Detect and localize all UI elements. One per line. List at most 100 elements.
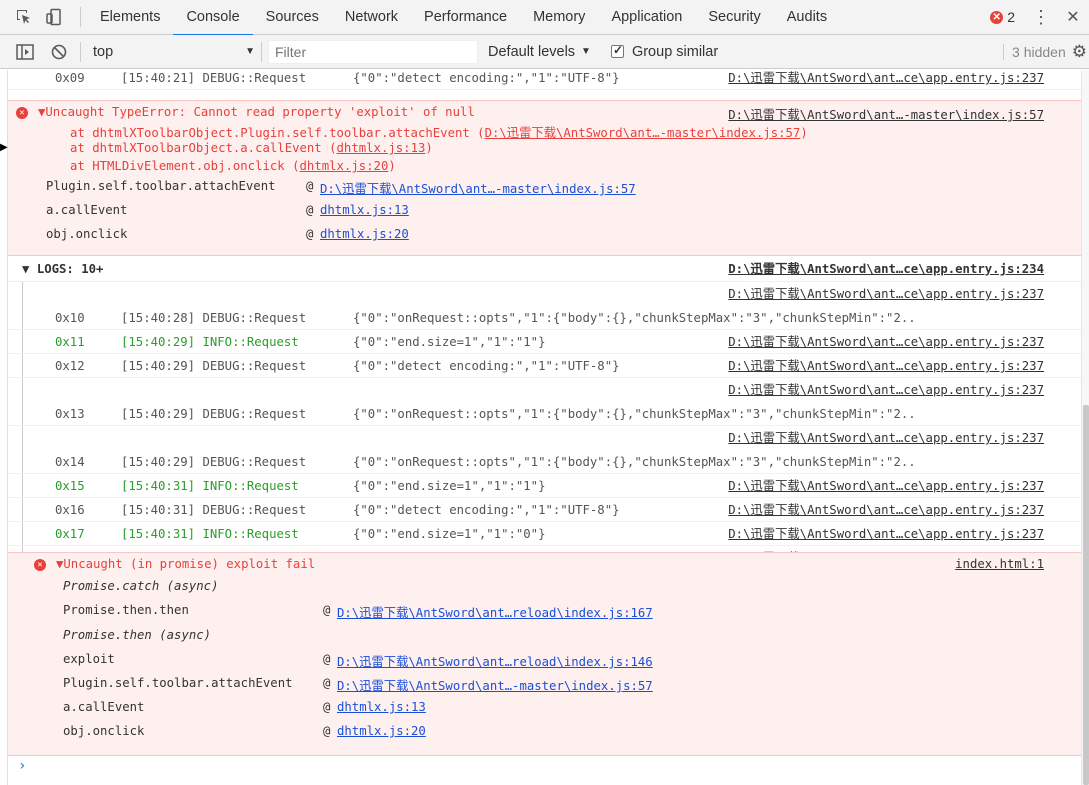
stack-function: Promise.catch (async) — [63, 579, 219, 593]
log-row: 0x15 [15:40:31] INFO::Request {"0":"end.si… — [8, 474, 1081, 498]
error-expand-toggle[interactable]: ▼Uncaught TypeError: Cannot read propert… — [38, 105, 475, 119]
at-suffix: ) — [388, 159, 396, 173]
clear-console-icon[interactable] — [46, 39, 72, 65]
log-group-label: ▼ LOGS: 10+ — [22, 262, 104, 276]
log-time: [15:40:31] — [121, 503, 196, 517]
at-source-link[interactable]: dhtmlx.js:20 — [300, 159, 389, 173]
at-source-link[interactable]: dhtmlx.js:13 — [337, 141, 426, 155]
stack-source-link[interactable]: D:\迅雷下载\AntSword\ant…reload\index.js:167 — [337, 603, 653, 621]
log-time: [15:40:29] — [121, 359, 196, 373]
log-index: 0x14 — [55, 455, 85, 469]
log-timestamp: [15:40:29] DEBUG::Request — [121, 402, 306, 426]
stack-source-link[interactable]: dhtmlx.js:13 — [320, 203, 409, 217]
log-source-link[interactable]: D:\迅雷下载\AntSword\ant…ce\app.entry.js:237 — [728, 378, 1044, 402]
log-group-header[interactable]: ▼ LOGS: 10+ D:\迅雷下载\AntSword\ant…ce\app.… — [8, 256, 1081, 282]
log-time: [15:40:29] — [121, 407, 196, 421]
log-source-link[interactable]: D:\迅雷下载\AntSword\ant…ce\app.entry.js:237 — [728, 522, 1044, 546]
stack-source-link[interactable]: dhtmlx.js:20 — [337, 724, 426, 738]
log-source-link[interactable]: D:\迅雷下载\AntSword\ant…ce\app.entry.js:237 — [728, 70, 1044, 90]
error-source-link[interactable]: index.html:1 — [955, 557, 1044, 571]
log-row: D:\迅雷下载\AntSword\ant…ce\app.entry.js:237… — [8, 426, 1081, 474]
log-row: 0x09 [15:40:21] DEBUG::Request {"0":"det… — [8, 70, 1081, 90]
stack-function: a.callEvent — [63, 700, 145, 714]
tab-memory[interactable]: Memory — [520, 0, 598, 35]
log-type: INFO::Request — [202, 527, 299, 541]
log-source-link[interactable]: D:\迅雷下载\AntSword\ant…ce\app.entry.js:237 — [728, 426, 1044, 450]
at-suffix: ) — [425, 141, 433, 155]
sidebar-toggle-icon[interactable] — [12, 39, 38, 65]
log-source-link[interactable]: D:\迅雷下载\AntSword\ant…ce\app.entry.js:237 — [728, 474, 1044, 498]
gutter-arrow-icon: ▶ — [0, 142, 8, 153]
stack-source-link[interactable]: dhtmlx.js:13 — [337, 700, 426, 714]
log-message: {"0":"onRequest::opts","1":{"body":{},"c… — [353, 455, 916, 469]
levels-dropdown[interactable]: Default levels ▼ — [488, 44, 591, 60]
error-message-block: ✕ ▼Uncaught TypeError: Cannot read prope… — [8, 100, 1081, 256]
group-similar-checkbox[interactable]: Group similar — [610, 43, 718, 60]
stack-function: a.callEvent — [46, 203, 128, 217]
scrollbar[interactable] — [1081, 70, 1089, 785]
filter-input[interactable] — [268, 39, 478, 64]
tab-security[interactable]: Security — [695, 0, 773, 35]
stack-source-link[interactable]: dhtmlx.js:20 — [320, 227, 409, 241]
at-suffix: ) — [800, 126, 808, 140]
error-icon: ✕ — [34, 559, 46, 571]
log-timestamp: [15:40:31] INFO::Request — [121, 474, 299, 498]
log-index: 0x16 — [55, 503, 85, 517]
device-toolbar-icon[interactable] — [42, 5, 66, 29]
at-sign: @ — [306, 203, 314, 217]
log-row: 0x12 [15:40:29] DEBUG::Request {"0":"detec… — [8, 354, 1081, 378]
stack-source-link[interactable]: D:\迅雷下载\AntSword\ant…-master\index.js:57 — [320, 179, 636, 197]
tab-network[interactable]: Network — [332, 0, 411, 35]
log-source-link[interactable]: D:\迅雷下载\AntSword\ant…ce\app.entry.js:237 — [728, 498, 1044, 522]
log-row: 0x17 [15:40:31] INFO::Request {"0":"end.si… — [8, 522, 1081, 546]
log-timestamp: [15:40:31] INFO::Request — [121, 522, 299, 546]
error-counter[interactable]: ✕ 2 — [990, 9, 1015, 25]
stack-function: obj.onclick — [46, 227, 128, 241]
log-type: DEBUG::Request — [202, 311, 307, 325]
tab-console[interactable]: Console — [173, 0, 253, 36]
tab-audits[interactable]: Audits — [774, 0, 840, 35]
at-prefix: at dhtmlXToolbarObject.Plugin.self.toolb… — [70, 126, 485, 140]
checkbox-checked-icon — [610, 43, 624, 58]
log-time: [15:40:28] — [121, 311, 196, 325]
log-timestamp: [15:40:29] INFO::Request — [121, 330, 299, 354]
tab-elements[interactable]: Elements — [87, 0, 173, 35]
console-prompt[interactable]: › — [18, 758, 26, 774]
toolbar-separator — [80, 41, 81, 62]
tab-sources[interactable]: Sources — [253, 0, 332, 35]
error-source-link[interactable]: D:\迅雷下载\AntSword\ant…-master\index.js:57 — [728, 105, 1044, 123]
stack-source-link[interactable]: D:\迅雷下载\AntSword\ant…-master\index.js:57 — [337, 676, 653, 694]
error-count-text: 2 — [1007, 9, 1015, 25]
log-type: INFO::Request — [202, 479, 299, 493]
gear-icon[interactable]: ⚙ — [1072, 42, 1087, 62]
inspect-element-icon[interactable] — [12, 5, 36, 29]
context-selector[interactable]: top ▼ — [89, 40, 259, 64]
log-source-link[interactable]: D:\迅雷下载\AntSword\ant…ce\app.entry.js:237 — [728, 330, 1044, 354]
log-row: D:\迅雷下载\AntSword\ant…ce\app.entry.js:237… — [8, 378, 1081, 426]
log-message: {"0":"detect encoding:","1":"UTF-8"} — [353, 503, 620, 517]
stack-function: Plugin.self.toolbar.attachEvent — [63, 676, 293, 690]
at-source-link[interactable]: D:\迅雷下载\AntSword\ant…-master\index.js:57 — [485, 126, 801, 140]
log-index: 0x13 — [55, 407, 85, 421]
tab-application[interactable]: Application — [598, 0, 695, 35]
error-message-block: ✕ ▼Uncaught (in promise) exploit fail in… — [8, 552, 1081, 756]
at-sign: @ — [323, 652, 331, 666]
log-message: {"0":"end.size=1","1":"0"} — [353, 527, 546, 541]
error-expand-toggle[interactable]: ▼Uncaught (in promise) exploit fail — [56, 557, 315, 571]
more-options-icon[interactable]: ⋮ — [1031, 0, 1051, 35]
log-message: {"0":"end.size=1","1":"1"} — [353, 479, 546, 493]
log-row: 0x16 [15:40:31] DEBUG::Request {"0":"detec… — [8, 498, 1081, 522]
close-icon[interactable]: ✕ — [1063, 7, 1083, 27]
log-source-link[interactable]: D:\迅雷下载\AntSword\ant…ce\app.entry.js:237 — [728, 282, 1044, 306]
caret-down-icon: ▼ — [245, 46, 255, 57]
tab-performance[interactable]: Performance — [411, 0, 520, 35]
log-message: {"0":"onRequest::opts","1":{"body":{},"c… — [353, 311, 916, 325]
stack-source-link[interactable]: D:\迅雷下载\AntSword\ant…reload\index.js:146 — [337, 652, 653, 670]
scrollbar-thumb[interactable] — [1083, 405, 1089, 785]
log-group-source-link[interactable]: D:\迅雷下载\AntSword\ant…ce\app.entry.js:234 — [728, 256, 1044, 282]
at-prefix: at HTMLDivElement.obj.onclick ( — [70, 159, 300, 173]
stack-function: Promise.then.then — [63, 603, 189, 617]
log-source-link[interactable]: D:\迅雷下载\AntSword\ant…ce\app.entry.js:237 — [728, 354, 1044, 378]
log-row: D:\迅雷下载\AntSword\ant…ce\app.entry.js:237… — [8, 282, 1081, 330]
log-index: 0x10 — [55, 311, 85, 325]
